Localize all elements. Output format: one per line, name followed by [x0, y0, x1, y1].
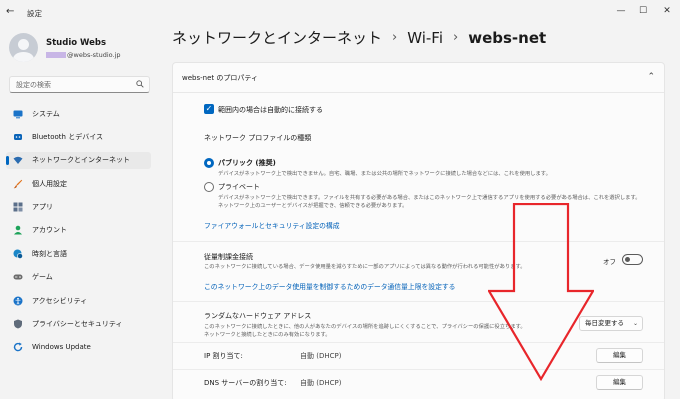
- maximize-button[interactable]: ☐: [632, 4, 654, 18]
- sidebar-item-network[interactable]: ネットワークとインターネット: [6, 151, 151, 169]
- breadcrumb-network[interactable]: ネットワークとインターネット: [172, 27, 382, 48]
- accessibility-icon: [13, 296, 23, 306]
- shield-icon: [14, 319, 22, 329]
- auto-connect-label: 範囲内の場合は自動的に接続する: [218, 106, 323, 114]
- metered-toggle[interactable]: [622, 254, 643, 265]
- sidebar-item-time-language[interactable]: 時刻と言語: [6, 245, 151, 262]
- random-hw-description-1: このネットワークに接続したときに、他の人があなたのデバイスの場所を追跡しにくくす…: [204, 324, 526, 330]
- private-description-2: ネットワーク上のユーザーとデバイスが把握でき、信頼できる必要があります。: [218, 203, 408, 209]
- sidebar-item-windows-update[interactable]: Windows Update: [6, 339, 151, 356]
- redaction-mark: [46, 52, 66, 58]
- data-limit-link[interactable]: このネットワーク上のデータ使用量を制御するためのデータ通信量上限を設定する: [204, 281, 455, 291]
- bluetooth-icon: [14, 133, 22, 140]
- breadcrumb: ネットワークとインターネット › Wi-Fi › webs-net: [172, 27, 546, 48]
- search-input[interactable]: 設定の検索: [9, 76, 150, 93]
- dns-assignment-label: DNS サーバーの割り当て:: [204, 379, 287, 387]
- private-label: プライベート: [218, 183, 260, 191]
- properties-title: webs-net のプロパティ: [182, 74, 258, 82]
- apps-icon: [13, 202, 23, 212]
- app-title: 設定: [27, 9, 42, 18]
- chevron-down-icon: ⌄: [632, 320, 638, 327]
- sidebar-item-accounts[interactable]: アカウント: [6, 222, 151, 239]
- auto-connect-checkbox[interactable]: ✓: [204, 104, 214, 114]
- random-hw-description-2: ネットワークと接続したときにのみ有効になります。: [204, 332, 331, 338]
- sidebar-nav: システム Bluetooth とデバイス ネットワークとインターネット 個人用設…: [6, 105, 151, 362]
- public-label: パブリック (推奨): [218, 159, 276, 167]
- dns-assignment-value: 自動 (DHCP): [300, 379, 342, 387]
- ip-edit-button[interactable]: 編集: [596, 348, 643, 363]
- metered-description: このネットワークに接続している場合、データ使用量を減らすために一部のアプリによっ…: [204, 264, 526, 270]
- user-name: Studio Webs: [46, 38, 107, 48]
- profile-type-heading: ネットワーク プロファイルの種類: [204, 134, 312, 142]
- chevron-up-icon[interactable]: ⌃: [647, 72, 655, 82]
- sidebar-item-apps[interactable]: アプリ: [6, 199, 151, 216]
- sidebar-item-personalization[interactable]: 個人用設定: [6, 175, 151, 192]
- ip-assignment-value: 自動 (DHCP): [300, 352, 342, 360]
- back-icon[interactable]: ←: [6, 6, 14, 17]
- sidebar-item-gaming[interactable]: ゲーム: [6, 269, 151, 286]
- down-arrow-annotation: [488, 203, 594, 381]
- private-description-1: デバイスがネットワーク上で検出できます。ファイルを共有する必要がある場合、または…: [218, 195, 641, 201]
- title-bar: ← 設定 — ☐ ✕: [0, 0, 680, 26]
- private-radio[interactable]: [204, 182, 214, 192]
- brush-icon: [13, 179, 23, 188]
- metered-label: 従量制課金接続: [204, 253, 253, 261]
- search-placeholder: 設定の検索: [16, 81, 51, 89]
- ip-assignment-label: IP 割り当て:: [204, 352, 243, 360]
- close-button[interactable]: ✕: [656, 4, 678, 18]
- update-icon: [13, 342, 23, 352]
- search-icon: [136, 80, 144, 88]
- sidebar-item-bluetooth[interactable]: Bluetooth とデバイス: [6, 128, 151, 145]
- minimize-button[interactable]: —: [610, 4, 632, 18]
- public-description: デバイスがネットワーク上で検出できません。自宅、職場、または公共の場所でネットワ…: [218, 171, 551, 177]
- random-hw-label: ランダムなハードウェア アドレス: [204, 312, 312, 320]
- breadcrumb-separator: ›: [453, 30, 459, 45]
- sidebar-item-system[interactable]: システム: [6, 105, 151, 122]
- wifi-icon: [13, 157, 23, 165]
- metered-state: オフ: [603, 258, 616, 266]
- page-title: webs-net: [468, 28, 547, 47]
- breadcrumb-wifi[interactable]: Wi-Fi: [407, 29, 443, 47]
- gamepad-icon: [13, 274, 23, 280]
- person-icon: [14, 226, 22, 235]
- avatar[interactable]: [9, 33, 38, 62]
- firewall-link[interactable]: ファイアウォールとセキュリティ設定の構成: [204, 220, 340, 230]
- monitor-icon: [13, 110, 23, 118]
- user-email: @webs-studio.jp: [46, 51, 121, 59]
- dns-edit-button[interactable]: 編集: [596, 375, 643, 390]
- breadcrumb-separator: ›: [392, 30, 398, 45]
- sidebar-item-privacy[interactable]: プライバシーとセキュリティ: [6, 316, 151, 333]
- properties-header[interactable]: webs-net のプロパティ ⌃: [173, 63, 664, 93]
- globe-clock-icon: [13, 249, 23, 259]
- public-radio[interactable]: [204, 158, 214, 168]
- sidebar-item-accessibility[interactable]: アクセシビリティ: [6, 292, 151, 309]
